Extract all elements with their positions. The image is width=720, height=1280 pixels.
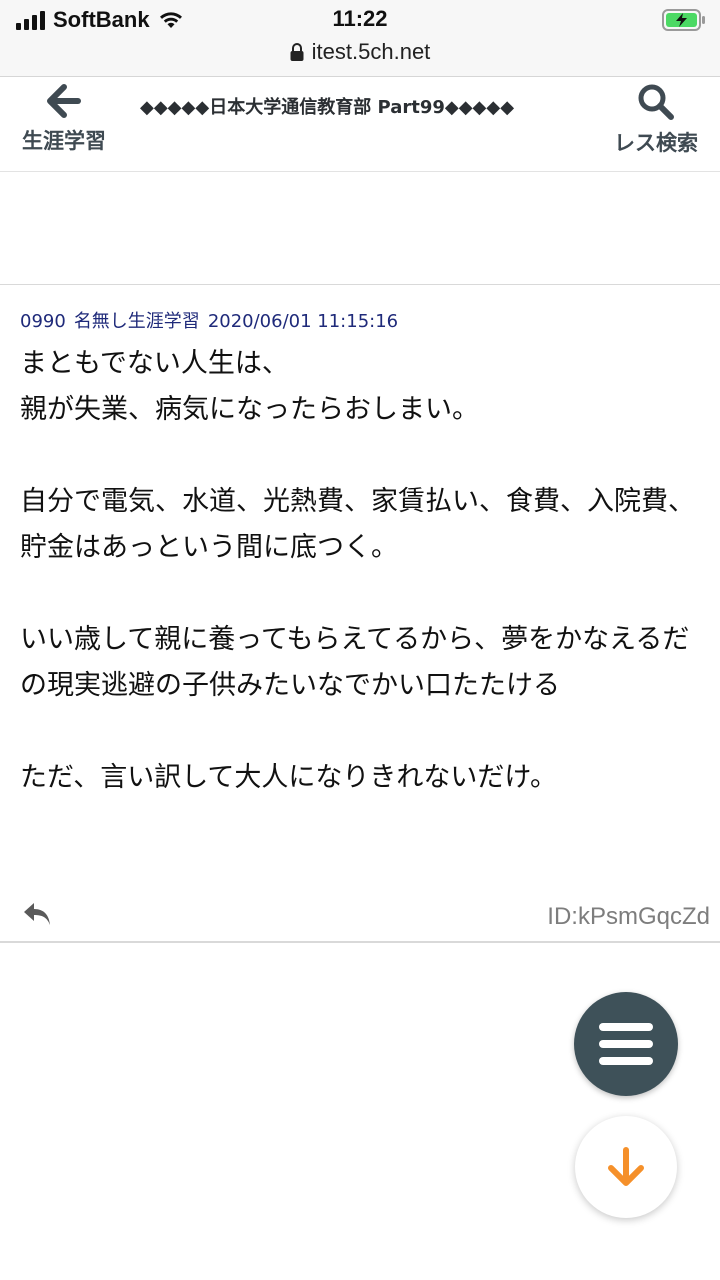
post-body: まともでない人生は、 親が失業、病気になったらおしまい。 自分で電気、水道、光熱… (20, 341, 706, 801)
post-author: 名無し生涯学習 (73, 311, 200, 332)
back-button-label: 生涯学習 (22, 129, 106, 153)
post-id[interactable]: ID:kPsmGqcZd (547, 903, 710, 931)
search-button-label: レス検索 (614, 131, 698, 155)
back-arrow-icon (47, 84, 81, 118)
thread-title: ◆◆◆◆◆日本大学通信教育部 Part99◆◆◆◆◆ (140, 97, 515, 118)
menu-icon (599, 1023, 653, 1065)
post-number[interactable]: 0990 (20, 311, 66, 332)
post-meta: 0990 名無し生涯学習 2020/06/01 11:15:16 (20, 307, 406, 333)
lock-icon (290, 43, 304, 61)
res-search-button[interactable]: レス検索 (614, 83, 698, 157)
battery-charging-icon (662, 9, 705, 31)
back-to-board-button[interactable]: 生涯学習 (22, 83, 106, 155)
post-line: 自分で電気、水道、光熱費、家賃払い、食費、入院費、 (20, 486, 695, 517)
browser-chrome: SoftBank 11:22 itest.5ch.net (0, 0, 720, 77)
status-time: 11:22 (332, 6, 388, 31)
post-line: まともでない人生は、 (20, 348, 289, 379)
post-item: 0990 名無し生涯学習 2020/06/01 11:15:16 まともでない人生は… (0, 285, 720, 943)
thread-header: 生涯学習 ◆◆◆◆◆日本大学通信教育部 Part99◆◆◆◆◆ レス検索 (0, 77, 720, 172)
arrow-down-icon (608, 1147, 644, 1186)
search-icon (638, 84, 674, 120)
post-line: いい歳して親に養ってもらえてるから、夢をかなえるだの現実逃避の子供みたいなでかい… (20, 624, 690, 701)
post-date: 2020/06/01 11:15:16 (207, 311, 399, 332)
post-line: 貯金はあっという間に底つく。 (20, 532, 398, 563)
post-line: 親が失業、病気になったらおしまい。 (20, 394, 479, 425)
reply-icon[interactable] (22, 901, 52, 927)
blank-banner-area (0, 172, 720, 285)
address-bar[interactable]: itest.5ch.net (0, 38, 720, 66)
scroll-down-button[interactable] (575, 1116, 677, 1218)
url-text: itest.5ch.net (311, 39, 431, 64)
post-line: ただ、言い訳して大人になりきれないだけ。 (20, 762, 558, 793)
menu-button[interactable] (574, 992, 678, 1096)
